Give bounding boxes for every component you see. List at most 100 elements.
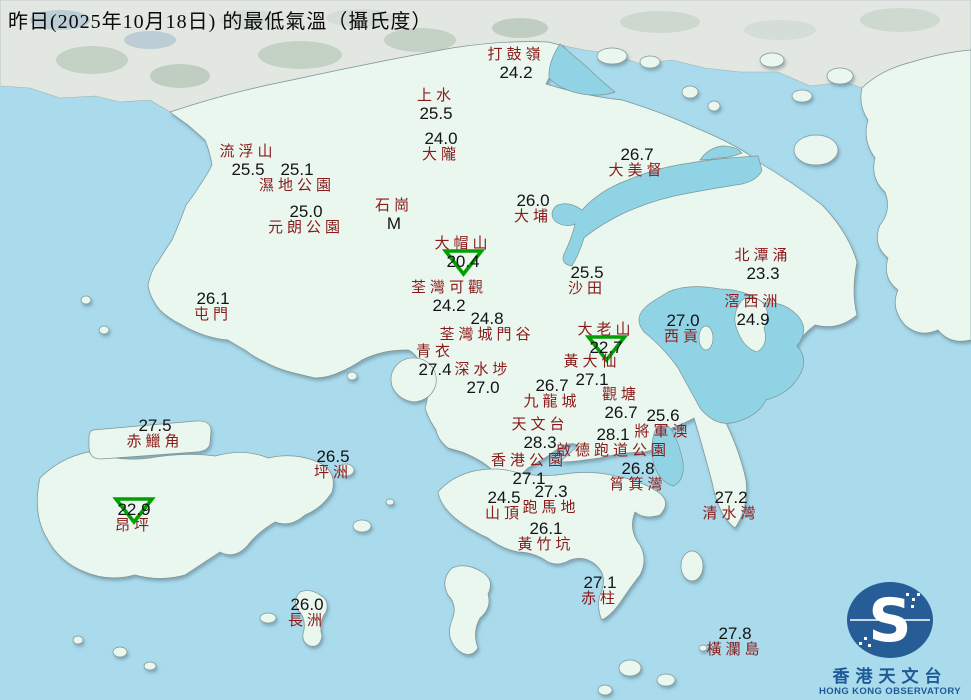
station-name: 打鼓嶺 bbox=[487, 47, 545, 63]
station-name: 清水灣 bbox=[702, 506, 760, 522]
station-name: 北潭涌 bbox=[734, 248, 792, 264]
station-label: 26.0 大埔 bbox=[514, 192, 552, 226]
station-name: 黃大仙 bbox=[563, 354, 621, 370]
station-label: 上水 25.5 bbox=[417, 88, 455, 122]
station-label: 26.5 坪洲 bbox=[314, 448, 352, 482]
station-label: 25.0 元朗公園 bbox=[268, 203, 344, 237]
station-label: 大老山 22.7 bbox=[577, 322, 634, 363]
station-name: 大埔 bbox=[513, 209, 553, 225]
station-name: 橫瀾島 bbox=[706, 642, 764, 658]
station-name: 大隴 bbox=[421, 147, 461, 163]
station-name: 沙田 bbox=[567, 281, 607, 297]
station-temperature: M bbox=[386, 214, 402, 233]
station-name: 濕地公園 bbox=[258, 178, 336, 194]
station-temperature: 24.9 bbox=[736, 310, 770, 329]
station-label: 22.9 昂坪 bbox=[112, 496, 156, 535]
station-name: 荃灣可觀 bbox=[410, 280, 488, 296]
station-label: 26.1 屯門 bbox=[194, 290, 232, 324]
station-temperature: 20.4 bbox=[434, 248, 491, 277]
station-temperature: 25.0 bbox=[289, 202, 323, 221]
station-label: 26.7 九龍城 bbox=[523, 377, 580, 411]
station-temperature: 26.5 bbox=[316, 447, 350, 466]
station-temperature: 26.7 bbox=[620, 145, 654, 164]
svg-text:S: S bbox=[868, 586, 911, 656]
station-temperature: 26.8 bbox=[621, 459, 655, 478]
station-temperature: 22.9 bbox=[112, 496, 156, 525]
station-label: 打鼓嶺 24.2 bbox=[487, 47, 544, 81]
station-label: 滘西洲 24.9 bbox=[724, 294, 781, 328]
station-name: 流浮山 bbox=[219, 144, 277, 160]
station-label: 27.5 赤鱲角 bbox=[126, 417, 183, 451]
station-name: 赤鱲角 bbox=[126, 434, 184, 450]
station-label: 大帽山 20.4 bbox=[434, 236, 491, 277]
station-label: 26.7 大美督 bbox=[608, 146, 665, 180]
station-name: 觀塘 bbox=[601, 387, 641, 403]
station-name: 大美督 bbox=[608, 163, 666, 179]
station-name: 香港公園 bbox=[490, 453, 568, 469]
hko-logo: S 香港天文台 HONG KONG OBSERVATORY bbox=[817, 581, 963, 698]
station-name: 深水埗 bbox=[454, 362, 512, 378]
station-label: 24.5 山頂 bbox=[485, 489, 523, 523]
station-name: 跑馬地 bbox=[522, 500, 580, 516]
station-temperature: 26.1 bbox=[196, 289, 230, 308]
station-temperature: 28.1 bbox=[596, 425, 630, 444]
station-label: 25.5 沙田 bbox=[568, 264, 606, 298]
station-temperature: 24.0 bbox=[424, 129, 458, 148]
station-temperature: 23.3 bbox=[746, 264, 780, 283]
station-temperature: 26.7 bbox=[535, 376, 569, 395]
station-temperature: 27.0 bbox=[666, 311, 700, 330]
station-temperature: 24.2 bbox=[499, 63, 533, 82]
station-label: 青衣 27.4 bbox=[416, 344, 454, 378]
station-name: 赤柱 bbox=[580, 591, 620, 607]
station-name: 石崗 bbox=[374, 198, 414, 214]
station-label: 27.8 橫瀾島 bbox=[706, 625, 763, 659]
station-temperature: 24.5 bbox=[487, 488, 521, 507]
station-name: 黃竹坑 bbox=[517, 537, 575, 553]
station-name: 啟德跑道公園 bbox=[555, 443, 671, 459]
station-label: 24.0 大隴 bbox=[422, 130, 460, 164]
station-name: 西貢 bbox=[663, 329, 703, 345]
station-label: 26.8 筲箕灣 bbox=[609, 460, 666, 494]
station-temperature: 26.0 bbox=[290, 595, 324, 614]
station-temperature: 27.1 bbox=[583, 573, 617, 592]
station-label: 27.2 清水灣 bbox=[702, 489, 759, 523]
station-name: 屯門 bbox=[193, 307, 233, 323]
station-label: 北潭涌 23.3 bbox=[734, 248, 791, 282]
station-label: 26.0 長洲 bbox=[288, 596, 326, 630]
station-name: 青衣 bbox=[415, 344, 455, 360]
station-temperature: 25.1 bbox=[280, 160, 314, 179]
hko-logo-english: HONG KONG OBSERVATORY bbox=[819, 686, 961, 697]
hko-logo-chinese: 香港天文台 bbox=[832, 667, 948, 686]
station-name: 筲箕灣 bbox=[609, 477, 667, 493]
station-label: 27.0 西貢 bbox=[664, 312, 702, 346]
station-label: 27.3 跑馬地 bbox=[522, 483, 579, 517]
station-name: 坪洲 bbox=[313, 465, 353, 481]
station-temperature: 27.5 bbox=[138, 416, 172, 435]
station-temperature: 27.3 bbox=[534, 482, 568, 501]
station-name: 九龍城 bbox=[523, 394, 581, 410]
station-label: 25.1 濕地公園 bbox=[259, 161, 335, 195]
station-label: 石崗 M bbox=[375, 198, 413, 232]
station-name: 元朗公園 bbox=[267, 220, 345, 236]
station-label: 28.1 啟德跑道公園 bbox=[556, 426, 670, 460]
station-temperature: 25.6 bbox=[646, 406, 680, 425]
hko-logo-icon: S bbox=[847, 582, 933, 658]
station-temperature: 24.8 bbox=[470, 309, 504, 328]
station-temperature: 25.5 bbox=[570, 263, 604, 282]
station-temperature: 26.1 bbox=[529, 519, 563, 538]
station-temperature: 25.5 bbox=[419, 104, 453, 123]
station-label: 深水埗 27.0 bbox=[454, 362, 511, 396]
station-name: 滘西洲 bbox=[724, 294, 782, 310]
weather-map-page: 昨日(2025年10月18日) 的最低氣溫（攝氏度） 打鼓嶺 24.2 上水 25.5… bbox=[0, 0, 971, 700]
station-label: 27.1 赤柱 bbox=[581, 574, 619, 608]
station-name: 長洲 bbox=[287, 613, 327, 629]
station-temperature: 26.0 bbox=[516, 191, 550, 210]
station-name: 荃灣城門谷 bbox=[439, 327, 535, 343]
station-label: 26.1 黃竹坑 bbox=[517, 520, 574, 554]
station-temperature: 27.8 bbox=[718, 624, 752, 643]
station-label: 24.8 荃灣城門谷 bbox=[439, 310, 534, 344]
station-temperature: 27.4 bbox=[418, 360, 452, 379]
station-name: 上水 bbox=[416, 88, 456, 104]
station-temperature: 27.2 bbox=[714, 488, 748, 507]
station-temperature: 27.0 bbox=[466, 378, 500, 397]
